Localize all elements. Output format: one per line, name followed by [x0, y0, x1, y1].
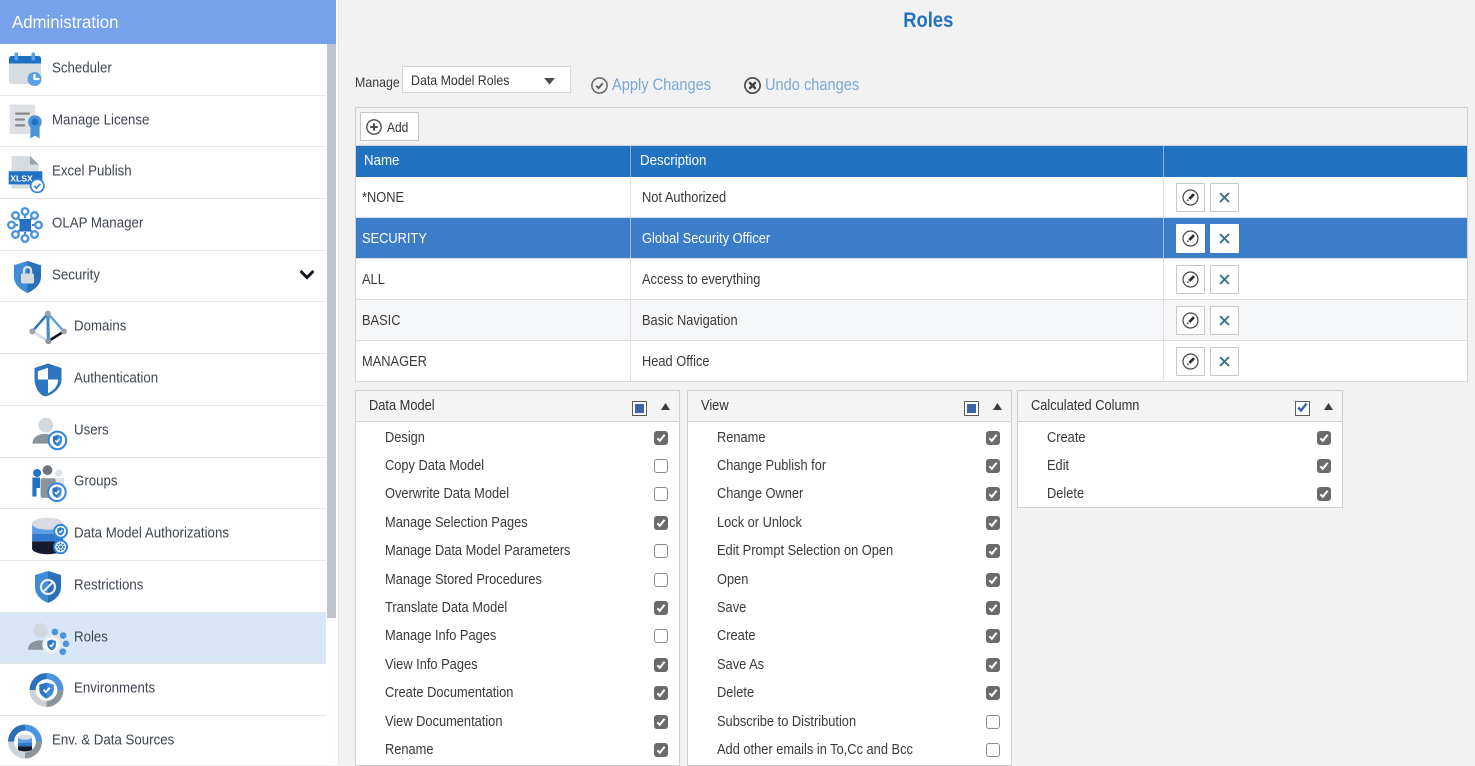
svg-text:XLSX: XLSX — [10, 174, 33, 184]
